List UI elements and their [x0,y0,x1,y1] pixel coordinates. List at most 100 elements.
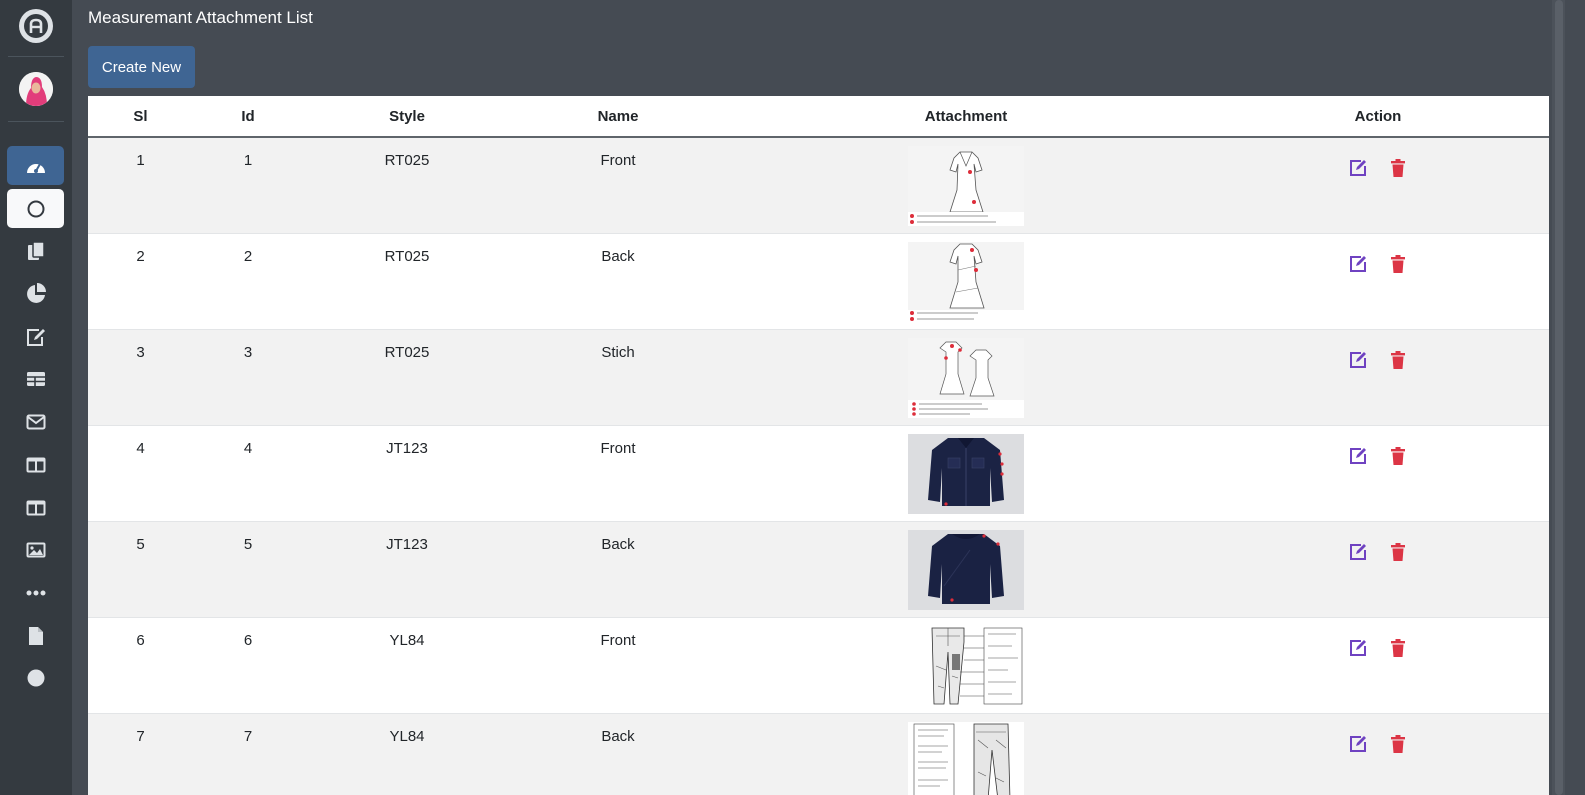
cell-attachment [725,329,1207,425]
logo-icon[interactable] [19,9,53,43]
cell-name: Front [600,631,636,649]
cell-id: 7 [243,727,253,745]
sidebar-item-image[interactable] [7,530,64,569]
sidebar-item-copy[interactable] [7,231,64,270]
attachment-thumbnail[interactable] [908,721,1024,795]
cell-name: Back [601,535,635,553]
cell-style: RT025 [384,343,430,361]
copy-icon [27,240,45,260]
cell-action [1207,233,1549,329]
sidebar-item-circle[interactable] [7,189,64,228]
delete-icon[interactable] [1388,350,1408,370]
column-header-sl[interactable]: Sl [88,96,193,138]
pie-chart-icon [26,282,46,303]
cell-style: RT025 [384,247,430,265]
sidebar-item-columns-2[interactable] [7,488,64,527]
page-title: Measuremant Attachment List [88,8,313,27]
table-row: 1 1 RT025 Front [88,137,1549,233]
edit-icon[interactable] [1348,734,1368,754]
cell-action [1207,137,1549,233]
cell-sl: 1 [136,152,145,169]
column-header-id[interactable]: Id [193,96,303,138]
sidebar-item-file[interactable] [7,616,64,655]
sidebar-item-columns[interactable] [7,445,64,484]
create-new-button[interactable]: Create New [88,46,195,88]
cell-sl: 4 [136,439,145,457]
cell-style: YL84 [389,631,425,649]
cell-style: YL84 [389,727,425,745]
table-row: 7 7 YL84 Back [88,713,1549,795]
attachment-thumbnail[interactable] [908,337,1024,418]
sidebar-item-edit[interactable] [7,317,64,356]
sidebar-item-dashboard[interactable] [7,146,64,185]
edit-icon[interactable] [1348,446,1368,466]
cell-id: 4 [243,439,253,457]
delete-icon[interactable] [1388,734,1408,754]
image-icon [26,542,45,557]
sidebar [0,0,72,795]
delete-icon[interactable] [1388,638,1408,658]
columns-icon [26,500,45,515]
attachment-thumbnail[interactable] [908,625,1024,706]
delete-icon[interactable] [1388,446,1408,466]
cell-attachment [725,233,1207,329]
envelope-icon [26,414,45,429]
cell-attachment [725,137,1207,233]
attachment-thumbnail[interactable] [908,529,1024,610]
cell-name: Stich [601,343,635,361]
sidebar-item-more[interactable] [7,573,64,612]
column-header-name[interactable]: Name [511,96,725,138]
table-row: 3 3 RT025 Stich [88,329,1549,425]
edit-icon[interactable] [1348,254,1368,274]
ellipsis-icon [26,590,45,595]
sidebar-item-filled-circle[interactable] [7,658,64,697]
attachment-thumbnail[interactable] [908,433,1024,514]
cell-sl: 7 [136,727,145,745]
table-row: 5 5 JT123 Back [88,521,1549,617]
edit-icon[interactable] [1348,350,1368,370]
cell-style: RT025 [384,152,430,169]
table-row: 2 2 RT025 Back [88,233,1549,329]
columns-icon [26,457,45,472]
cell-id: 6 [243,631,253,649]
sidebar-item-table[interactable] [7,359,64,398]
cell-style: JT123 [386,439,428,457]
cell-attachment [725,617,1207,713]
cell-name: Back [601,727,635,745]
cell-action [1207,329,1549,425]
edit-icon [26,328,45,346]
cell-action [1207,425,1549,521]
table-row: 4 4 JT123 Front [88,425,1549,521]
cell-sl: 2 [136,247,145,265]
cell-id: 2 [243,247,253,265]
edit-icon[interactable] [1348,638,1368,658]
cell-name: Front [600,439,636,457]
circle-icon [27,200,44,217]
dashboard-icon [26,163,45,173]
edit-icon[interactable] [1348,542,1368,562]
cell-sl: 6 [136,631,145,649]
attachment-thumbnail[interactable] [908,241,1024,322]
table-header-row: Sl Id Style Name Attachment Action [88,96,1549,138]
scrollbar-thumb[interactable] [1555,0,1563,795]
avatar[interactable] [19,72,53,106]
column-header-style[interactable]: Style [303,96,511,138]
cell-sl: 5 [136,535,145,553]
cell-id: 5 [243,535,253,553]
file-icon [28,626,43,645]
attachment-table: Sl Id Style Name Attachment Action 1 1 RT0… [88,96,1549,795]
attachment-thumbnail[interactable] [908,146,1024,226]
sidebar-item-pie-chart[interactable] [7,274,64,313]
cell-action [1207,521,1549,617]
sidebar-item-mail[interactable] [7,402,64,441]
delete-icon[interactable] [1388,254,1408,274]
cell-action [1207,713,1549,795]
cell-attachment [725,425,1207,521]
column-header-action[interactable]: Action [1207,96,1549,138]
edit-icon[interactable] [1348,158,1368,178]
column-header-attachment[interactable]: Attachment [725,96,1207,138]
cell-name: Front [600,152,636,169]
cell-attachment [725,521,1207,617]
delete-icon[interactable] [1388,158,1408,178]
delete-icon[interactable] [1388,542,1408,562]
